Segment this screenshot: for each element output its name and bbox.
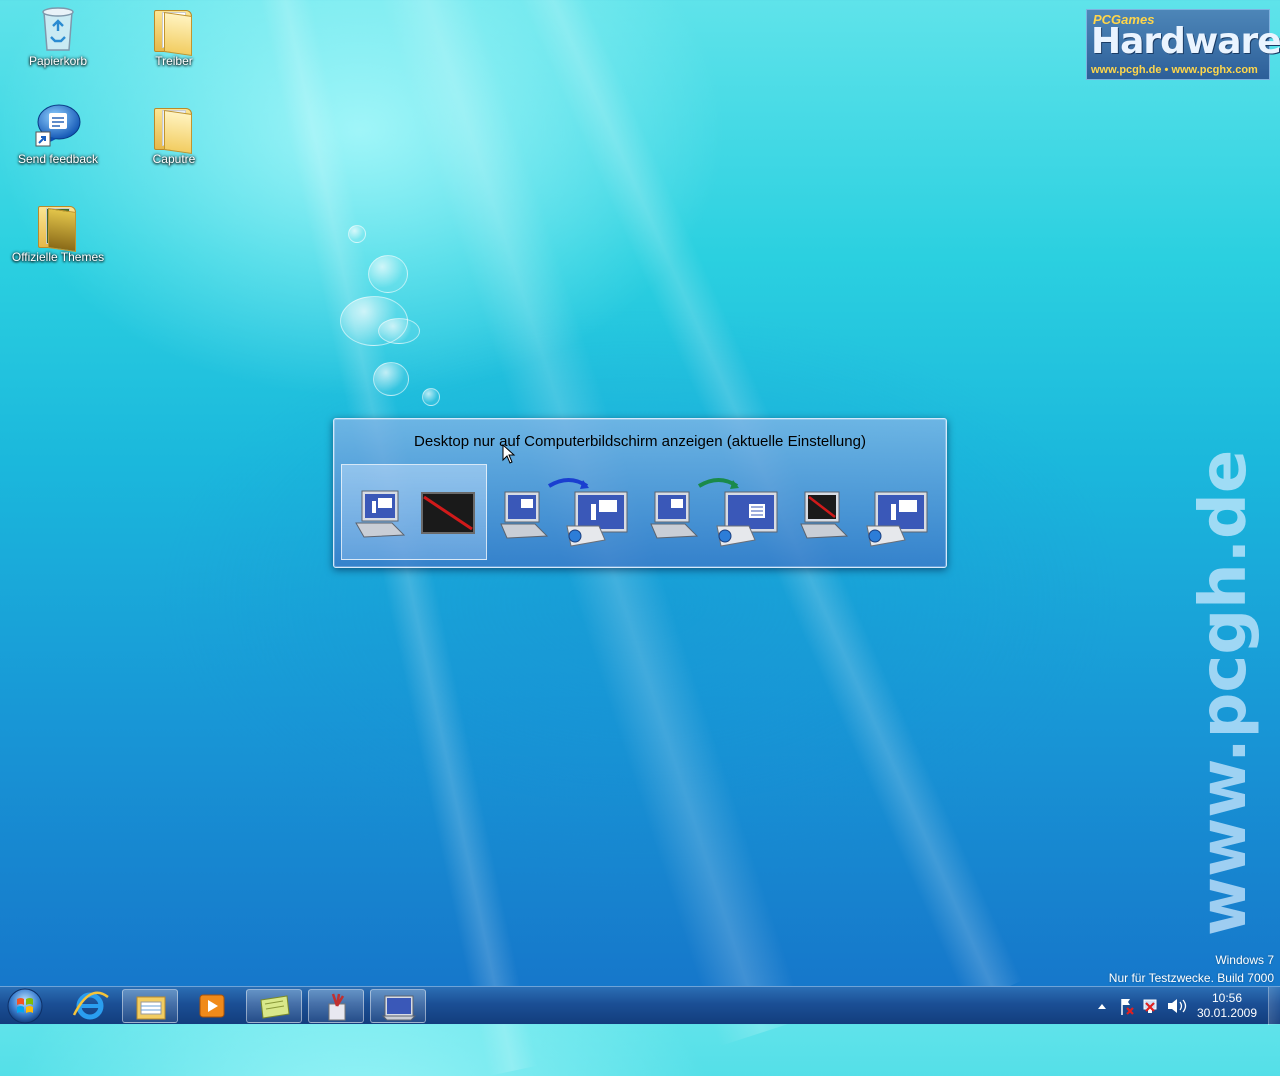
internet-explorer-icon: [72, 991, 109, 1020]
desktop-icon-label: Send feedback: [17, 152, 99, 166]
taskbar-media-player[interactable]: [184, 989, 240, 1023]
clock[interactable]: 10:56 30.01.2009: [1190, 991, 1264, 1021]
desktop-icon-label: Offizielle Themes: [11, 250, 105, 264]
option-computer-only[interactable]: [341, 464, 487, 560]
show-desktop-button[interactable]: [1268, 987, 1280, 1025]
display-settings-icon: [381, 995, 417, 1021]
option-duplicate[interactable]: [491, 464, 637, 560]
windows-orb-icon: [7, 988, 43, 1024]
desktop-icon-recycle-bin[interactable]: Papierkorb: [8, 4, 108, 68]
clock-date: 30.01.2009: [1196, 1006, 1258, 1020]
option-extend[interactable]: [641, 464, 787, 560]
start-button[interactable]: [3, 987, 43, 1025]
display-switch-title: Desktop nur auf Computerbildschirm anzei…: [414, 433, 866, 450]
desktop-icon-send-feedback[interactable]: Send feedback: [8, 102, 108, 166]
feedback-icon: [34, 102, 82, 150]
option-projector-only[interactable]: [791, 464, 937, 560]
desktop-icon-label: Papierkorb: [28, 54, 88, 68]
paint-icon: [328, 993, 346, 1021]
projector-only-icon: [800, 491, 928, 547]
taskbar-windows-explorer[interactable]: [122, 989, 178, 1023]
desktop-icon-label: Treiber: [155, 54, 193, 68]
clock-time: 10:56: [1211, 991, 1243, 1005]
logo-url: www.pcgh.de • www.pcghx.com: [1091, 64, 1258, 76]
duplicate-icon: [500, 478, 628, 547]
mouse-cursor-icon: [502, 444, 516, 464]
logo-main: Hardware: [1091, 21, 1280, 62]
vertical-url-watermark: www.pcgh.de: [1187, 449, 1261, 936]
folder-icon: [150, 4, 198, 56]
desktop-icon-treiber[interactable]: Treiber: [124, 4, 224, 68]
display-switch-panel: Desktop nur auf Computerbildschirm anzei…: [333, 418, 947, 568]
folder-icon: [150, 102, 198, 154]
build-watermark: Windows 7 Nur für Testzwecke. Build 7000: [1109, 951, 1274, 987]
recycle-bin-icon: [34, 4, 82, 52]
system-tray: [1092, 987, 1188, 1025]
windows-explorer-icon: [136, 996, 166, 1020]
notes-icon: [260, 995, 290, 1019]
taskbar-internet-explorer[interactable]: [62, 989, 118, 1023]
desktop-icon-caputre[interactable]: Caputre: [124, 102, 224, 166]
desktop-icon-label: Caputre: [152, 152, 196, 166]
network-icon[interactable]: [1143, 999, 1157, 1013]
watermark-line2: Nur für Testzwecke. Build 7000: [1108, 971, 1274, 985]
watermark-line1: Windows 7: [1215, 953, 1274, 967]
action-center-icon[interactable]: [1121, 999, 1134, 1015]
taskbar-paint[interactable]: [308, 989, 364, 1023]
folder-icon: [34, 200, 82, 252]
computer-only-icon: [355, 490, 475, 538]
media-player-icon: [199, 994, 225, 1018]
desktop-icon-offizielle-themes[interactable]: Offizielle Themes: [8, 200, 108, 264]
volume-icon[interactable]: [1168, 999, 1187, 1013]
show-hidden-icons-icon[interactable]: [1098, 1004, 1106, 1009]
taskbar: 10:56 30.01.2009: [0, 986, 1280, 1025]
taskbar-display-settings[interactable]: [370, 989, 426, 1023]
extend-icon: [650, 478, 778, 547]
pcgh-logo: PCGames Hardware www.pcgh.de • www.pcghx…: [1086, 9, 1280, 80]
taskbar-notes[interactable]: [246, 989, 302, 1023]
